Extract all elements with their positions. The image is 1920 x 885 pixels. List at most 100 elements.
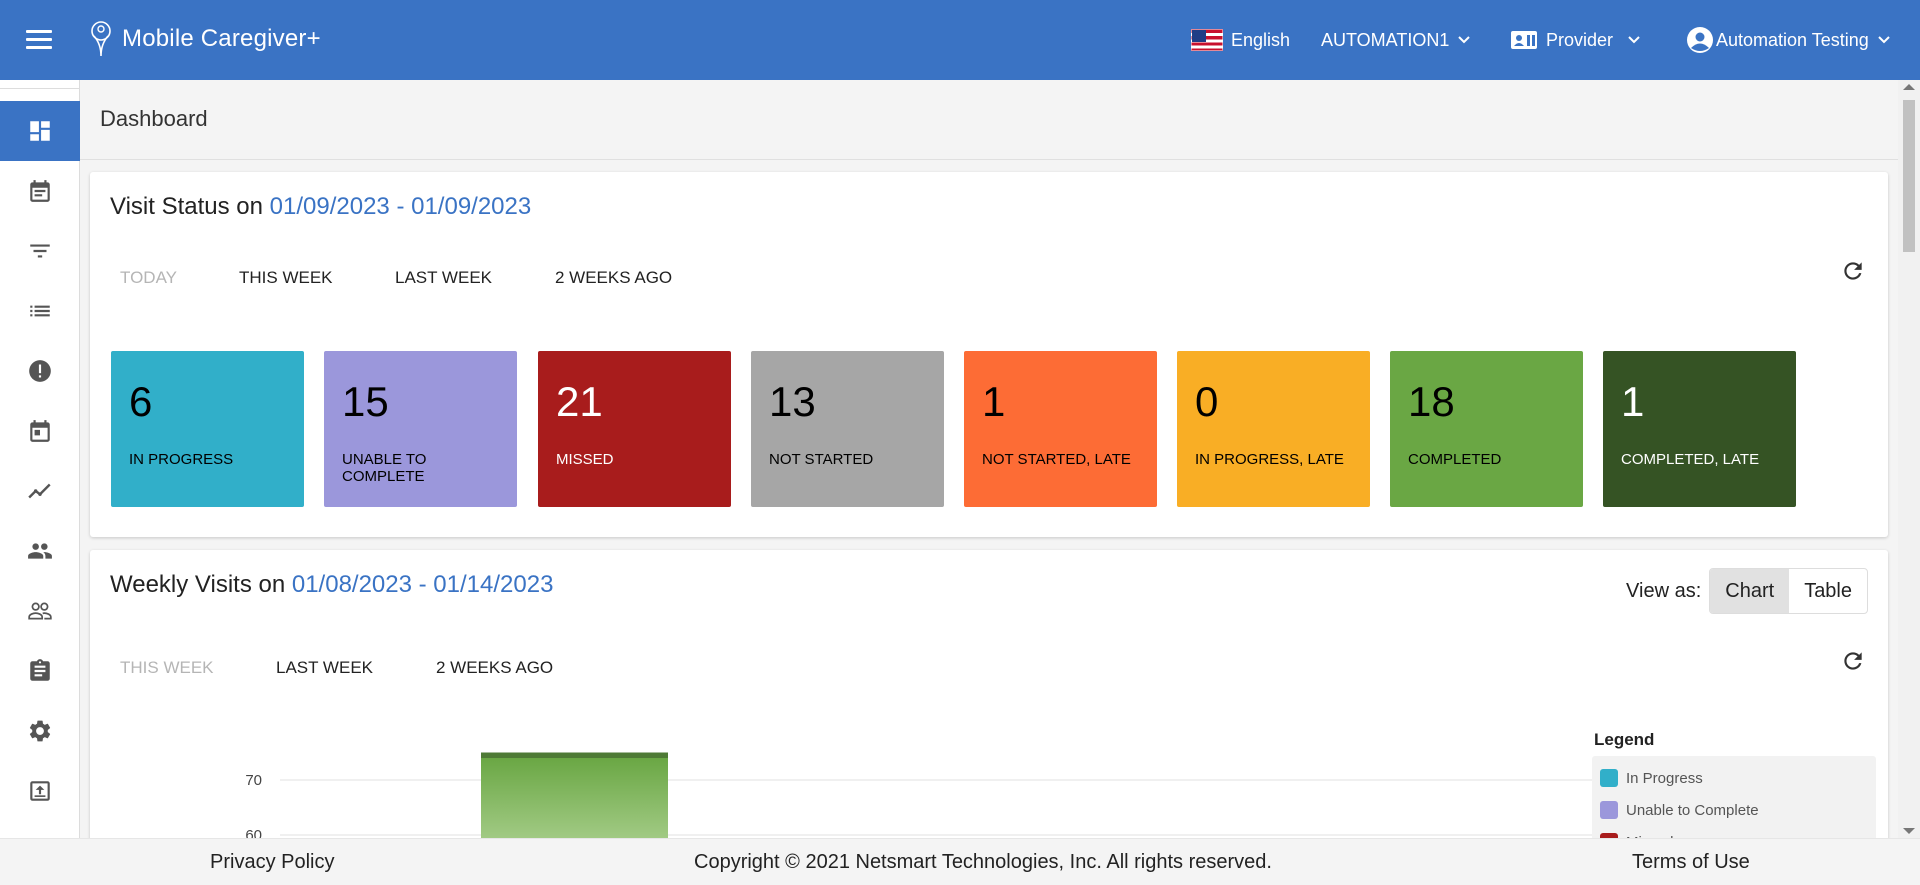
tile-label: NOT STARTED — [769, 451, 874, 468]
language-selector[interactable]: English — [1191, 0, 1290, 80]
terms-of-use-link[interactable]: Terms of Use — [1632, 851, 1750, 874]
status-tile-completed-late[interactable]: 1 COMPLETED, LATE — [1603, 351, 1796, 507]
gear-icon — [29, 720, 51, 742]
bar-completed-late — [481, 752, 668, 758]
tab-this-week[interactable]: THIS WEEK — [120, 658, 214, 678]
footer: Privacy Policy Copyright © 2021 Netsmart… — [0, 838, 1920, 885]
legend-swatch — [1600, 769, 1618, 787]
caregiver-logo-icon — [91, 21, 111, 57]
sidebar-item-dashboard[interactable] — [0, 101, 80, 161]
schedule-icon — [30, 180, 50, 202]
agency-dropdown[interactable]: AUTOMATION1 — [1321, 0, 1471, 80]
view-toggle: Chart Table — [1709, 568, 1868, 614]
weekly-visits-title-label: Weekly Visits on — [110, 571, 292, 598]
legend-item[interactable]: In Progress — [1600, 762, 1868, 794]
sidebar-item-people[interactable] — [0, 521, 80, 581]
scroll-down-arrow[interactable] — [1903, 828, 1915, 834]
weekly-visits-chart: 6070 — [245, 752, 1650, 850]
tab-2-weeks-ago[interactable]: 2 WEEKS AGO — [436, 658, 553, 678]
refresh-icon[interactable] — [1840, 648, 1866, 674]
tile-label: UNABLE TO COMPLETE — [342, 451, 427, 485]
status-tile-completed[interactable]: 18 COMPLETED — [1390, 351, 1583, 507]
visit-status-date-range[interactable]: 01/09/2023 - 01/09/2023 — [270, 193, 532, 220]
people-icon — [28, 543, 52, 559]
visit-status-title: Visit Status on 01/09/2023 - 01/09/2023 — [110, 193, 531, 221]
bar-completed — [481, 758, 668, 850]
tile-count: 0 — [1195, 378, 1219, 425]
privacy-policy-link[interactable]: Privacy Policy — [210, 851, 334, 874]
app-name: Mobile Caregiver+ — [122, 25, 321, 52]
legend-title: Legend — [1594, 730, 1655, 749]
legend-swatch — [1600, 801, 1618, 819]
tile-label: COMPLETED, LATE — [1621, 451, 1760, 468]
alert-icon — [29, 360, 51, 382]
view-chart-button[interactable]: Chart — [1710, 569, 1790, 613]
sidebar-item-settings[interactable] — [0, 701, 80, 761]
sidebar-item-calendar[interactable] — [0, 401, 80, 461]
status-tile-not-started[interactable]: 13 NOT STARTED — [751, 351, 944, 507]
tile-count: 15 — [342, 378, 389, 425]
sidebar-item-assignments[interactable] — [0, 641, 80, 701]
language-label: English — [1231, 29, 1291, 50]
legend-label: Unable to Complete — [1626, 801, 1759, 819]
legend-label: In Progress — [1626, 769, 1703, 787]
tile-count: 1 — [982, 378, 1006, 425]
view-table-button[interactable]: Table — [1789, 569, 1867, 613]
sidebar-item-groups[interactable] — [0, 581, 80, 641]
role-dropdown[interactable]: Provider — [1510, 0, 1641, 80]
trend-icon — [28, 483, 51, 499]
assignment-icon — [30, 659, 50, 681]
sidebar-item-filter[interactable] — [0, 221, 80, 281]
tab-2-weeks-ago[interactable]: 2 WEEKS AGO — [555, 268, 672, 288]
us-flag-icon — [1191, 29, 1223, 51]
tab-this-week[interactable]: THIS WEEK — [239, 268, 333, 288]
sidebar-item-analytics[interactable] — [0, 461, 80, 521]
y-tick-label: 70 — [245, 772, 262, 789]
visit-status-card: Visit Status on 01/09/2023 - 01/09/2023 … — [90, 172, 1888, 537]
tile-count: 21 — [556, 378, 603, 425]
tab-last-week[interactable]: LAST WEEK — [276, 658, 373, 678]
sidebar-item-alerts[interactable] — [0, 341, 80, 401]
status-tile-not-started-late[interactable]: 1 NOT STARTED, LATE — [964, 351, 1157, 507]
sidebar-item-upload[interactable] — [0, 761, 80, 821]
tile-label: MISSED — [556, 451, 614, 468]
filter-icon — [30, 244, 50, 258]
page-header: Dashboard — [80, 80, 1898, 160]
people-outline-icon — [28, 602, 52, 620]
tile-label: COMPLETED — [1408, 451, 1502, 468]
status-tile-in-progress-late[interactable]: 0 IN PROGRESS, LATE — [1177, 351, 1370, 507]
sidebar-divider — [0, 88, 80, 89]
account-circle-icon — [1687, 27, 1713, 53]
tab-today[interactable]: TODAY — [120, 268, 177, 288]
contact-card-icon — [1511, 31, 1537, 49]
visit-status-title-label: Visit Status on — [110, 193, 270, 220]
scroll-up-arrow[interactable] — [1903, 84, 1915, 90]
weekly-visits-date-range[interactable]: 01/08/2023 - 01/14/2023 — [292, 571, 554, 598]
agency-label: AUTOMATION1 — [1321, 29, 1450, 50]
dashboard-icon — [30, 121, 50, 141]
weekly-visits-card: Weekly Visits on 01/08/2023 - 01/14/2023… — [90, 550, 1888, 856]
menu-icon[interactable] — [26, 30, 52, 50]
user-name: Automation Testing — [1716, 29, 1869, 50]
sidebar-item-schedule[interactable] — [0, 161, 80, 221]
legend-item[interactable]: Unable to Complete — [1600, 794, 1868, 826]
brand[interactable]: Mobile Caregiver+ — [88, 20, 321, 58]
top-app-bar: Mobile Caregiver+ English AUTOMATION1 Pr… — [0, 0, 1920, 80]
refresh-icon[interactable] — [1840, 258, 1866, 284]
chevron-down-icon — [1628, 36, 1640, 44]
status-tile-in-progress[interactable]: 6 IN PROGRESS — [111, 351, 304, 507]
tile-count: 18 — [1408, 378, 1455, 425]
upload-icon — [30, 781, 50, 801]
scroll-thumb[interactable] — [1903, 100, 1915, 252]
list-icon — [30, 305, 50, 317]
page-scrollbar[interactable] — [1898, 80, 1920, 838]
tab-last-week[interactable]: LAST WEEK — [395, 268, 492, 288]
status-tile-missed[interactable]: 21 MISSED — [538, 351, 731, 507]
role-label: Provider — [1546, 29, 1614, 50]
status-tile-unable-to-complete[interactable]: 15 UNABLE TO COMPLETE — [324, 351, 517, 507]
user-menu[interactable]: Automation Testing — [1686, 0, 1891, 80]
sidebar-item-list[interactable] — [0, 281, 80, 341]
tile-label: NOT STARTED, LATE — [982, 451, 1131, 468]
tile-count: 13 — [769, 378, 816, 425]
tile-count: 6 — [129, 378, 153, 425]
